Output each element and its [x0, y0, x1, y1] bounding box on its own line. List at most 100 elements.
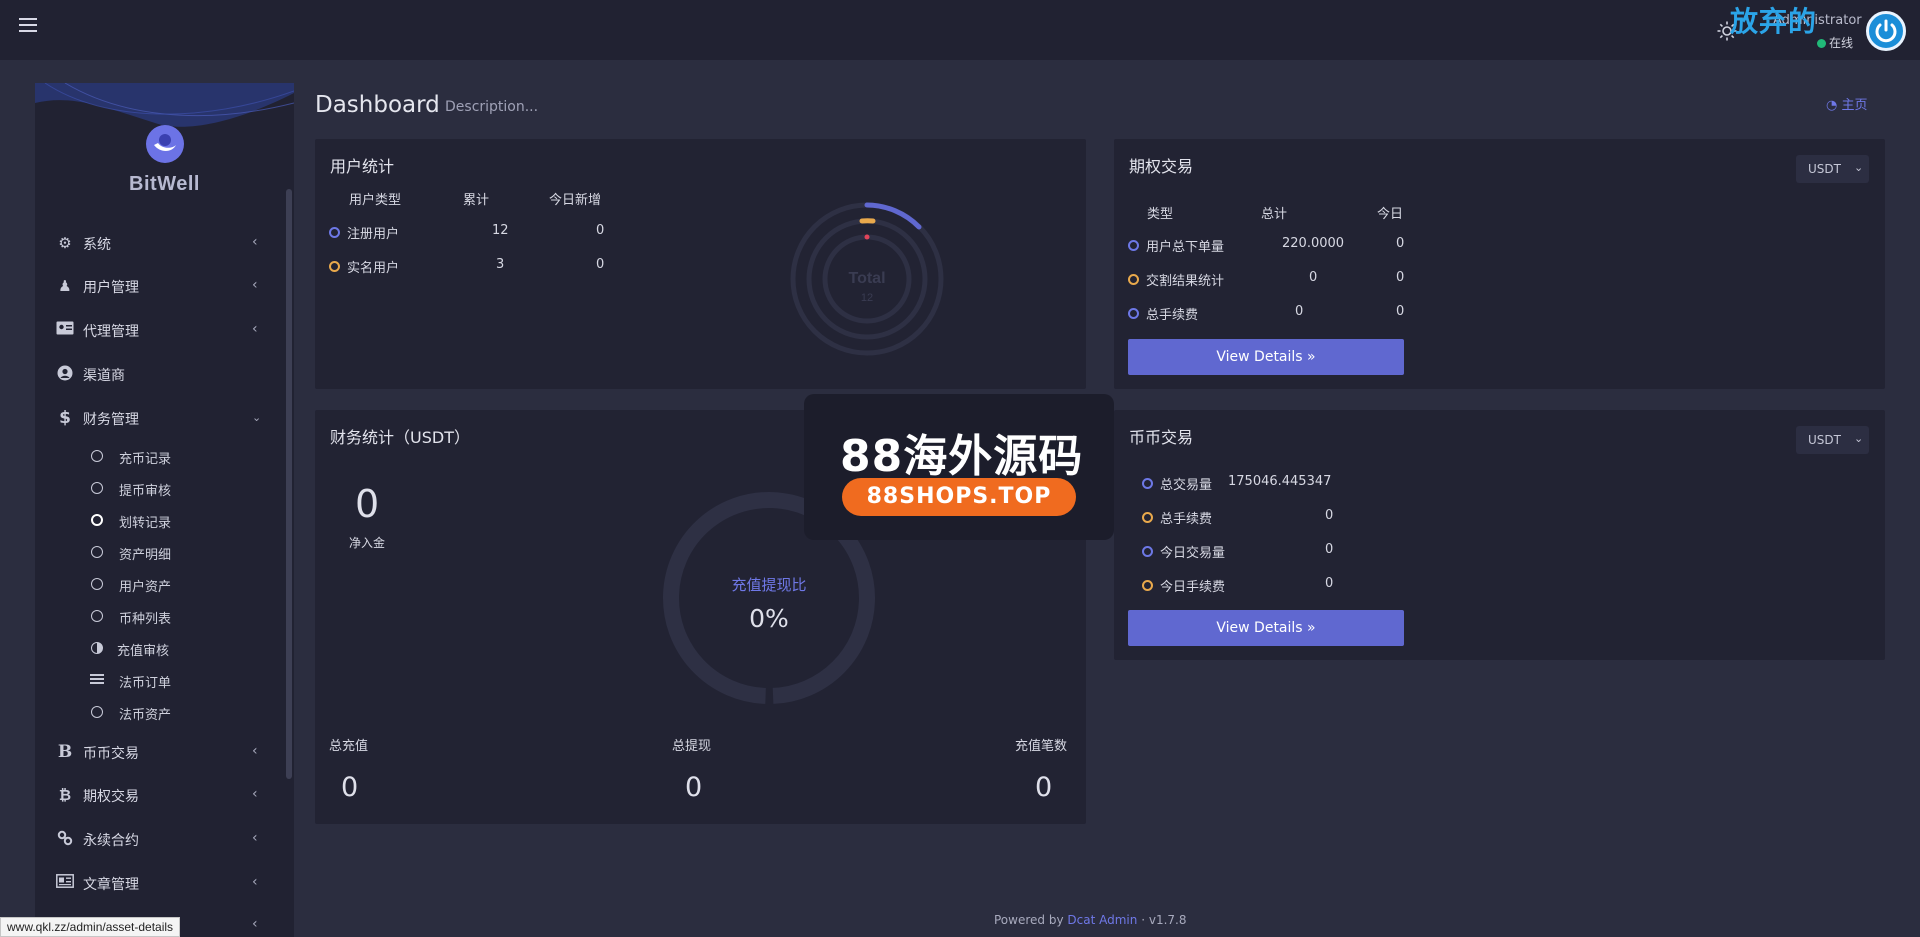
legend-dot-icon: [1128, 240, 1139, 251]
sidebar-item-options-trading[interactable]: ₿ 期权交易 ‹: [35, 776, 275, 816]
circle-icon: [91, 482, 103, 494]
sidebar-item-perpetual[interactable]: 永续合约 ‹: [35, 820, 275, 860]
circle-icon: [91, 706, 103, 718]
sidebar-subitem-withdraw-review[interactable]: 提币审核: [35, 474, 275, 504]
newspaper-icon: [56, 874, 74, 892]
sidebar-item-label: 期权交易: [83, 789, 139, 805]
row-total: 220.0000: [1282, 236, 1345, 251]
row-total: 12: [492, 223, 509, 238]
ring-label: 充值提现比: [731, 576, 806, 594]
avatar[interactable]: [1866, 11, 1906, 51]
row-today: 0: [1396, 304, 1405, 319]
row-total: 0: [1309, 270, 1318, 285]
row-label: 今日手续费: [1160, 580, 1226, 595]
row-label: 总交易量: [1160, 478, 1213, 493]
watermark-top-text: 放弃的: [1730, 5, 1818, 38]
sidebar-scrollbar[interactable]: [286, 189, 292, 779]
circle-icon: [91, 450, 103, 462]
menu-toggle-icon[interactable]: [19, 18, 37, 34]
row-label: 交割结果统计: [1146, 274, 1225, 289]
sidebar-item-label: 财务管理: [83, 412, 139, 428]
chevron-left-icon: ‹: [252, 234, 258, 250]
row-value: 175046.445347: [1228, 474, 1332, 489]
dcat-admin-link[interactable]: Dcat Admin: [1067, 913, 1137, 927]
column-header: 今日: [1377, 207, 1404, 222]
chevron-left-icon: ‹: [252, 321, 258, 337]
sidebar-item-finance[interactable]: $ 财务管理 ⌄: [35, 399, 275, 439]
page-title: Dashboard: [315, 92, 440, 118]
sidebar-subitem-recharge-review[interactable]: 充值审核: [35, 634, 275, 664]
row-today: 0: [596, 223, 605, 238]
currency-select[interactable]: USDT ⌄: [1796, 155, 1869, 183]
column-header: 类型: [1147, 207, 1174, 222]
bold-b-icon: B: [57, 742, 73, 762]
row-today: 0: [596, 257, 605, 272]
view-details-button[interactable]: View Details »: [1128, 610, 1404, 646]
circle-icon: [91, 546, 103, 558]
sidebar-subitem-label: 提币审核: [119, 484, 172, 499]
sidebar: BitWell ⚙ 系统 ‹ ♟ 用户管理 ‹ 代理管理 ‹ 渠道商 $ 财务管…: [35, 83, 294, 937]
card-title: 期权交易: [1129, 157, 1194, 176]
chevron-down-icon: ⌄: [1854, 161, 1864, 174]
sidebar-item-label: 用户管理: [83, 280, 139, 296]
legend-dot-icon: [1142, 580, 1153, 591]
sidebar-item-articles[interactable]: 文章管理 ‹: [35, 864, 275, 904]
ring-value: 12: [861, 292, 873, 304]
row-label: 用户总下单量: [1146, 240, 1225, 255]
stat-value: 0: [685, 772, 703, 803]
brand-name: BitWell: [129, 173, 200, 195]
sidebar-item-agents[interactable]: 代理管理 ‹: [35, 311, 275, 351]
sidebar-item-label: 永续合约: [83, 833, 139, 849]
sidebar-subitem-asset-details[interactable]: 资产明细: [35, 538, 275, 568]
chevron-left-icon: ‹: [252, 277, 258, 293]
sidebar-subitem-deposit-records[interactable]: 充币记录: [35, 442, 275, 472]
circle-icon: [91, 578, 103, 590]
sidebar-item-coin-trading[interactable]: B 币币交易 ‹: [35, 733, 275, 773]
row-today: 0: [1396, 270, 1405, 285]
sidebar-subitem-label: 充值审核: [117, 644, 170, 659]
row-value: 0: [1325, 508, 1334, 523]
row-label: 今日交易量: [1160, 546, 1226, 561]
online-dot-icon: [1817, 39, 1826, 48]
sidebar-subitem-coin-list[interactable]: 币种列表: [35, 602, 275, 632]
dashboard-gauge-icon: ◔: [1826, 98, 1842, 113]
watermark-url-badge: 88SHOPS.TOP: [842, 478, 1076, 516]
user-total-ring-chart: Total 12: [790, 202, 944, 356]
legend-dot-icon: [329, 227, 340, 238]
home-link[interactable]: ◔ 主页: [1826, 94, 1868, 113]
sidebar-subitem-label: 充币记录: [119, 452, 172, 467]
sidebar-subitem-user-assets[interactable]: 用户资产: [35, 570, 275, 600]
sidebar-subitem-label: 法币订单: [119, 676, 172, 691]
user-circle-icon: [56, 365, 74, 383]
page-description: Description...: [445, 99, 539, 115]
legend-dot-icon: [1128, 308, 1139, 319]
row-value: 0: [1325, 576, 1334, 591]
sidebar-subitem-transfer-records[interactable]: 划转记录: [35, 506, 275, 536]
column-header: 用户类型: [349, 193, 402, 208]
row-label: 注册用户: [347, 227, 400, 242]
sidebar-item-label: 币币交易: [83, 746, 139, 762]
row-total: 3: [496, 257, 505, 272]
net-deposit-label: 净入金: [349, 536, 386, 550]
chevron-left-icon: ‹: [252, 830, 258, 846]
sidebar-subitem-fiat-orders[interactable]: 法币订单: [35, 666, 275, 696]
sidebar-item-system[interactable]: ⚙ 系统 ‹: [35, 224, 275, 264]
view-details-button[interactable]: View Details »: [1128, 339, 1404, 375]
user-stats-card: 用户统计 用户类型 累计 今日新增 注册用户 12 0 实名用户 3 0 Tot…: [315, 139, 1086, 389]
column-header: 今日新增: [549, 193, 602, 208]
sidebar-subitem-fiat-assets[interactable]: 法币资产: [35, 698, 275, 728]
dollar-icon: $: [59, 408, 71, 428]
brand-logo[interactable]: [146, 125, 184, 163]
chevron-down-icon: ⌄: [252, 411, 262, 424]
gear-icon: ⚙: [58, 234, 72, 252]
net-deposit-value: 0: [355, 482, 380, 526]
sidebar-item-channel[interactable]: 渠道商: [35, 355, 275, 395]
sidebar-item-users[interactable]: ♟ 用户管理 ‹: [35, 267, 275, 307]
chevron-left-icon: ‹: [252, 786, 258, 802]
chevron-left-icon: ‹: [252, 743, 258, 759]
currency-select[interactable]: USDT ⌄: [1796, 426, 1869, 454]
watermark-text: 88海外源码: [840, 431, 1084, 482]
sidebar-subitem-label: 法币资产: [119, 708, 172, 723]
row-label: 总手续费: [1160, 512, 1213, 527]
power-icon: [1875, 19, 1897, 43]
